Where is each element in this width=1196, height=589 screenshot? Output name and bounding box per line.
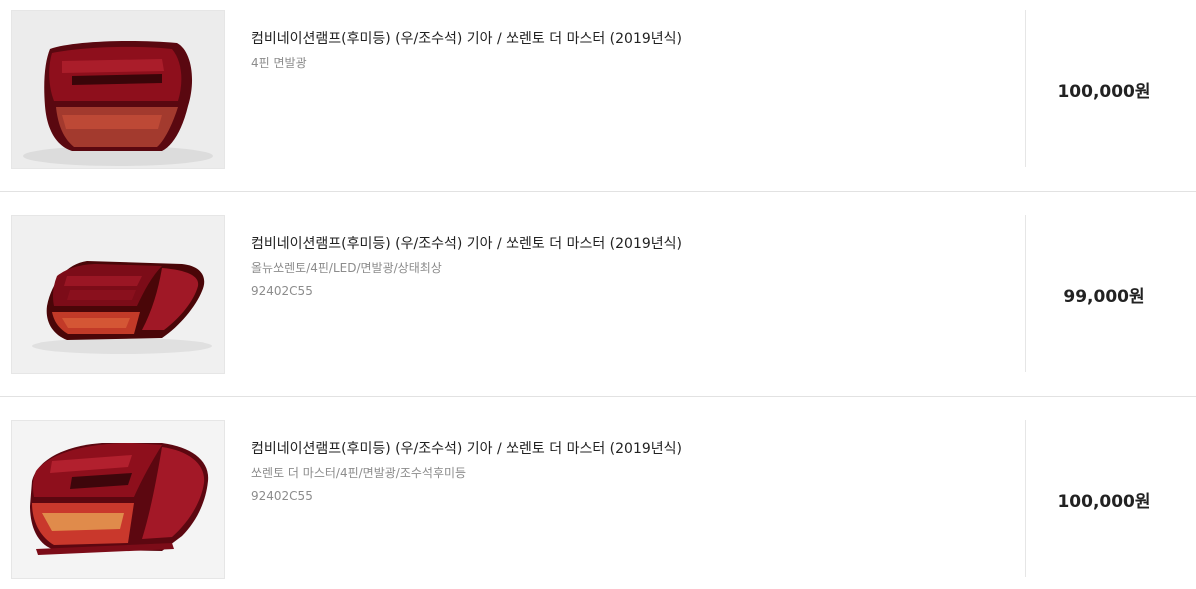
- product-thumbnail[interactable]: [11, 215, 225, 374]
- product-list: 컴비네이션램프(후미등) (우/조수석) 기아 / 쏘렌토 더 마스터 (201…: [0, 0, 1196, 589]
- row-separator: [0, 396, 1196, 397]
- product-info: 컴비네이션램프(후미등) (우/조수석) 기아 / 쏘렌토 더 마스터 (201…: [251, 30, 991, 72]
- product-row[interactable]: 컴비네이션램프(후미등) (우/조수석) 기아 / 쏘렌토 더 마스터 (201…: [0, 410, 1196, 589]
- product-row[interactable]: 컴비네이션램프(후미등) (우/조수석) 기아 / 쏘렌토 더 마스터 (201…: [0, 0, 1196, 205]
- product-thumbnail[interactable]: [11, 10, 225, 169]
- product-description: 4핀 면발광: [251, 56, 307, 70]
- tail-lamp-photo-icon: [12, 421, 224, 578]
- product-description: 올뉴쏘렌토/4핀/LED/면발광/상태최상: [251, 261, 442, 275]
- product-price: 100,000원: [1057, 492, 1151, 512]
- product-info: 컴비네이션램프(후미등) (우/조수석) 기아 / 쏘렌토 더 마스터 (201…: [251, 440, 991, 505]
- product-price: 99,000원: [1063, 287, 1145, 307]
- product-part-number: 92402C55: [251, 489, 313, 503]
- tail-lamp-photo-icon: [12, 11, 224, 168]
- product-part-number: 92402C55: [251, 284, 313, 298]
- product-description: 쏘렌토 더 마스터/4핀/면발광/조수석후미등: [251, 466, 467, 480]
- row-separator: [0, 191, 1196, 192]
- product-row[interactable]: 컴비네이션램프(후미등) (우/조수석) 기아 / 쏘렌토 더 마스터 (201…: [0, 205, 1196, 410]
- tail-lamp-photo-icon: [12, 216, 224, 373]
- product-title[interactable]: 컴비네이션램프(후미등) (우/조수석) 기아 / 쏘렌토 더 마스터 (201…: [251, 440, 991, 459]
- product-title[interactable]: 컴비네이션램프(후미등) (우/조수석) 기아 / 쏘렌토 더 마스터 (201…: [251, 30, 991, 49]
- product-info: 컴비네이션램프(후미등) (우/조수석) 기아 / 쏘렌토 더 마스터 (201…: [251, 235, 991, 300]
- product-title[interactable]: 컴비네이션램프(후미등) (우/조수석) 기아 / 쏘렌토 더 마스터 (201…: [251, 235, 991, 254]
- product-price: 100,000원: [1057, 82, 1151, 102]
- product-thumbnail[interactable]: [11, 420, 225, 579]
